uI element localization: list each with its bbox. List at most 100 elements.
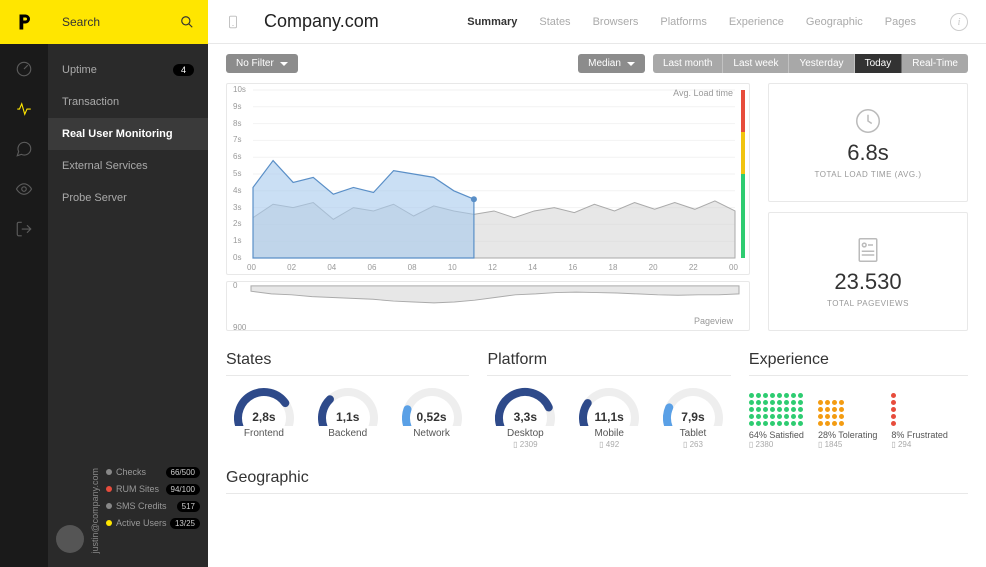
device-icon[interactable] (226, 13, 240, 31)
metric-select[interactable]: Median (578, 54, 645, 73)
gauge-value: 7,9s (663, 410, 723, 424)
kpi-load-time: 6.8s TOTAL LOAD TIME (AVG.) (768, 83, 968, 202)
nav-label: Probe Server (62, 192, 127, 204)
y-tick: 6s (233, 152, 241, 161)
tab-platforms[interactable]: Platforms (658, 12, 708, 32)
filter-bar: No Filter Median Last monthLast weekYest… (208, 44, 986, 83)
gauge-frontend: 2,8sFrontend (226, 386, 302, 439)
experience-sublabel: ▯ 294 (891, 440, 948, 449)
time-range-yesterday[interactable]: Yesterday (789, 54, 854, 73)
gauge-icon[interactable] (15, 60, 33, 78)
topbar: Company.com SummaryStatesBrowsersPlatfor… (208, 0, 986, 44)
experience-section: Experience 64% Satisfied▯ 238028% Tolera… (749, 351, 968, 449)
nav-item-external-services[interactable]: External Services (48, 150, 208, 182)
experience-sublabel: ▯ 2380 (749, 440, 804, 449)
time-range-last-week[interactable]: Last week (723, 54, 789, 73)
x-tick: 20 (649, 263, 658, 272)
gauge-mobile: 11,1sMobile▯ 492 (571, 386, 647, 449)
kpi-value: 6.8s (847, 140, 889, 166)
experience-item: 64% Satisfied▯ 2380 (749, 386, 804, 449)
stat-value: 94/100 (166, 484, 200, 495)
gauge-sublabel: ▯ 2309 (487, 440, 563, 449)
filter-label: No Filter (236, 58, 274, 69)
filter-select[interactable]: No Filter (226, 54, 298, 73)
time-range-segment: Last monthLast weekYesterdayTodayReal-Ti… (653, 54, 968, 73)
avatar[interactable] (56, 525, 84, 553)
icon-rail (0, 0, 48, 567)
experience-label: 28% Tolerating (818, 430, 877, 440)
kpi-value: 23.530 (834, 269, 901, 295)
chart-title: Avg. Load time (673, 88, 733, 98)
eye-icon[interactable] (15, 180, 33, 198)
experience-item: 28% Tolerating▯ 1845 (818, 386, 877, 449)
nav-badge: 4 (173, 64, 194, 76)
gauge-sublabel: ▯ 492 (571, 440, 647, 449)
chat-icon[interactable] (15, 140, 33, 158)
y-tick: 10s (233, 85, 246, 94)
clock-icon (853, 106, 883, 136)
stat-value: 13/25 (170, 518, 200, 529)
logo[interactable] (0, 0, 48, 44)
experience-item: 8% Frustrated▯ 294 (891, 386, 948, 449)
gauge-label: Backend (310, 428, 386, 439)
gauge-value: 1,1s (318, 410, 378, 424)
nav-label: Real User Monitoring (62, 128, 173, 140)
stat-row: Active Users13/25 (106, 515, 200, 532)
y-tick: 7s (233, 135, 241, 144)
metric-label: Median (588, 58, 621, 69)
section-title: Geographic (226, 469, 968, 494)
load-time-chart: Avg. Load time 0s1s2s3s4s5s6s7s8s9s10s00… (226, 83, 750, 275)
x-tick: 04 (327, 263, 336, 272)
tabs: Summary States Browsers Platforms Experience… (465, 12, 918, 32)
gauge-label: Network (394, 428, 470, 439)
x-tick: 10 (448, 263, 457, 272)
chevron-down-icon (280, 62, 288, 66)
user-email: justin@company.com (90, 464, 100, 554)
tab-geographic[interactable]: Geographic (804, 12, 865, 32)
x-tick: 12 (488, 263, 497, 272)
x-tick: 08 (408, 263, 417, 272)
x-tick: 16 (568, 263, 577, 272)
stat-value: 517 (177, 501, 200, 512)
gauge-label: Desktop (487, 428, 563, 439)
nav-item-real-user-monitoring[interactable]: Real User Monitoring (48, 118, 208, 150)
x-tick: 00 (247, 263, 256, 272)
x-tick: 18 (609, 263, 618, 272)
logout-icon[interactable] (15, 220, 33, 238)
gauge-network: 0,52sNetwork (394, 386, 470, 439)
tab-summary[interactable]: Summary (465, 12, 519, 32)
kpi-label: TOTAL PAGEVIEWS (827, 299, 909, 308)
main: Company.com SummaryStatesBrowsersPlatfor… (208, 0, 986, 567)
pulse-icon[interactable] (15, 100, 33, 118)
x-tick: 06 (368, 263, 377, 272)
x-tick: 02 (287, 263, 296, 272)
section-title: States (226, 351, 469, 376)
nav-item-probe-server[interactable]: Probe Server (48, 182, 208, 214)
x-tick: 14 (528, 263, 537, 272)
time-range-real-time[interactable]: Real-Time (902, 54, 968, 73)
experience-label: 8% Frustrated (891, 430, 948, 440)
gauge-desktop: 3,3sDesktop▯ 2309 (487, 386, 563, 449)
sidebar: Search Uptime4 Transaction Real User Monit… (48, 0, 208, 567)
tab-pages[interactable]: Pages (883, 12, 918, 32)
search-input[interactable]: Search (48, 0, 208, 44)
search-placeholder: Search (62, 15, 100, 29)
stat-row: SMS Credits517 (106, 498, 200, 515)
experience-sublabel: ▯ 1845 (818, 440, 877, 449)
chart-title: Pageview (694, 316, 733, 326)
nav-label: Transaction (62, 96, 119, 108)
gauge-label: Tablet (655, 428, 731, 439)
tab-experience[interactable]: Experience (727, 12, 786, 32)
gauge-sublabel: ▯ 263 (655, 440, 731, 449)
nav-item-uptime[interactable]: Uptime4 (48, 54, 208, 86)
states-section: States 2,8sFrontend 1,1s Backend 0,52sNetwo… (226, 351, 469, 449)
nav-label: External Services (62, 160, 148, 172)
info-icon[interactable]: i (950, 13, 968, 31)
time-range-last-month[interactable]: Last month (653, 54, 723, 73)
gauge-backend: 1,1s Backend (310, 386, 386, 439)
tab-states[interactable]: States (537, 12, 572, 32)
nav-item-transaction[interactable]: Transaction (48, 86, 208, 118)
gauge-label: Mobile (571, 428, 647, 439)
tab-browsers[interactable]: Browsers (591, 12, 641, 32)
time-range-today[interactable]: Today (855, 54, 903, 73)
